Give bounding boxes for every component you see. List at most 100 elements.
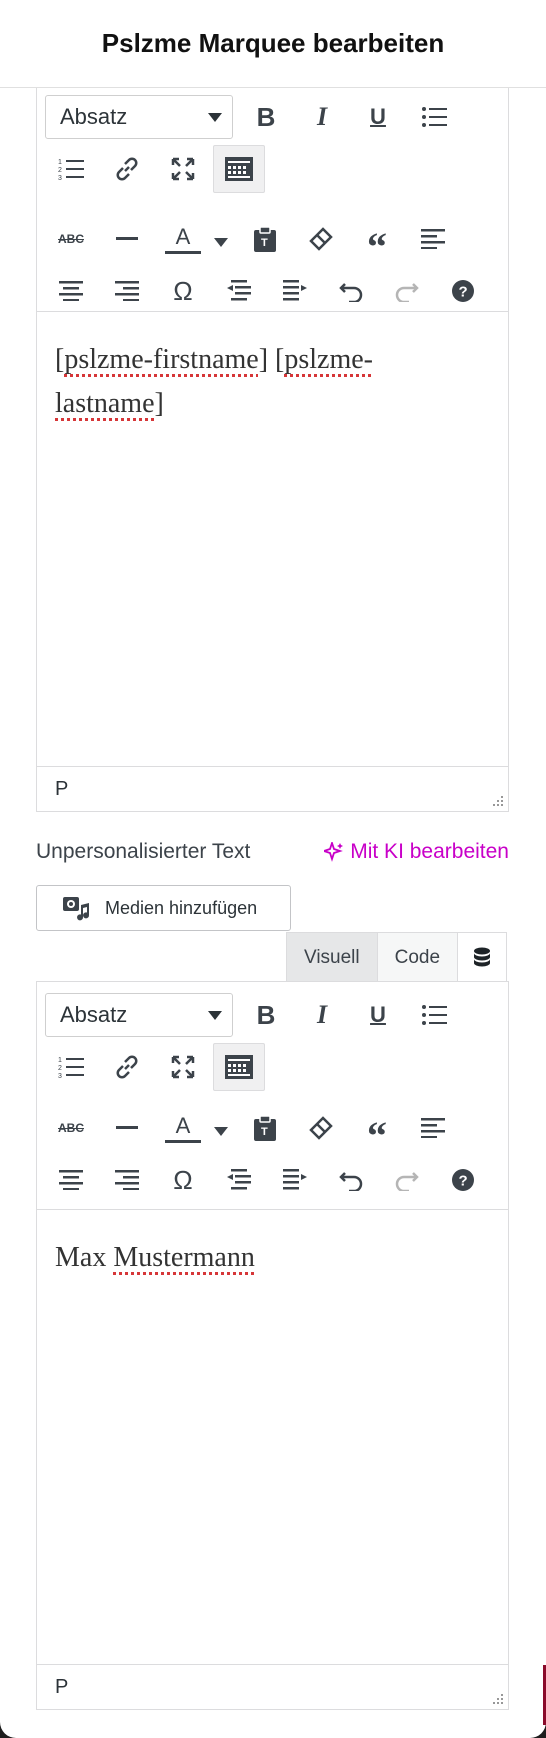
align-center-button[interactable] xyxy=(45,267,97,315)
svg-text:?: ? xyxy=(459,284,468,301)
svg-text:2: 2 xyxy=(58,1065,62,1072)
indent-icon xyxy=(283,1169,307,1190)
svg-text:1: 1 xyxy=(58,159,62,166)
indent-icon xyxy=(283,280,307,301)
indent-button[interactable] xyxy=(269,1156,321,1204)
help-button[interactable]: ? xyxy=(437,267,489,315)
editor-mode-tabs: Visuell Code xyxy=(286,932,508,982)
text-color-icon: A xyxy=(175,1112,191,1138)
tab-visual[interactable]: Visuell xyxy=(287,933,378,982)
svg-text:T: T xyxy=(261,237,268,249)
bold-icon: B xyxy=(256,999,276,1030)
special-character-button[interactable]: Ω xyxy=(157,1156,209,1204)
outdent-button[interactable] xyxy=(213,1156,265,1204)
undo-button[interactable] xyxy=(325,1156,377,1204)
strikethrough-button[interactable]: ABC xyxy=(45,215,97,263)
help-icon: ? xyxy=(452,280,474,302)
help-icon: ? xyxy=(452,1169,474,1191)
numbered-list-button[interactable]: 123 xyxy=(45,145,97,193)
horizontal-line-icon xyxy=(116,1126,138,1129)
editor-content-area[interactable]: [pslzme-firstname] [pslzme-lastname] xyxy=(37,312,508,768)
special-character-button[interactable]: Ω xyxy=(157,267,209,315)
bullet-list-icon xyxy=(422,107,447,127)
element-path[interactable]: P xyxy=(55,1676,68,1699)
outdent-button[interactable] xyxy=(213,267,265,315)
unpersonalized-text-editor: Absatz B I U 123 ABC A T “ Ω ? Max Muste… xyxy=(36,981,509,1710)
numbered-list-button[interactable]: 123 xyxy=(45,1043,97,1091)
element-path[interactable]: P xyxy=(55,778,68,801)
align-right-icon xyxy=(115,1170,139,1190)
underline-button[interactable]: U xyxy=(352,93,404,141)
blockquote-button[interactable]: “ xyxy=(351,1104,403,1158)
toolbar-toggle-button[interactable] xyxy=(213,1043,265,1091)
bullet-list-button[interactable] xyxy=(408,991,460,1039)
align-center-button[interactable] xyxy=(45,1156,97,1204)
italic-button[interactable]: I xyxy=(296,93,348,141)
help-button[interactable]: ? xyxy=(437,1156,489,1204)
paste-as-text-button[interactable]: T xyxy=(239,1104,291,1152)
text-color-dropdown-button[interactable] xyxy=(207,1104,235,1152)
edit-dialog: Pslzme Marquee bearbeiten Absatz B I U 1… xyxy=(0,0,546,1738)
editor-toolbar: Absatz B I U 123 ABC A T “ Ω ? xyxy=(37,982,508,1210)
svg-text:T: T xyxy=(261,1126,268,1138)
media-icon xyxy=(63,897,90,921)
svg-text:?: ? xyxy=(459,1173,468,1190)
database-button[interactable] xyxy=(458,933,507,982)
align-center-icon xyxy=(59,281,83,301)
eraser-icon xyxy=(309,227,333,251)
undo-button[interactable] xyxy=(325,267,377,315)
toolbar-toggle-button[interactable] xyxy=(213,145,265,193)
paste-as-text-button[interactable]: T xyxy=(239,215,291,263)
text-color-button[interactable]: A xyxy=(157,215,209,263)
text-color-swatch xyxy=(165,250,201,254)
sparkle-icon xyxy=(324,842,344,862)
redo-icon xyxy=(395,283,419,302)
unpersonalized-text-label: Unpersonalisierter Text xyxy=(36,840,251,863)
clear-formatting-button[interactable] xyxy=(295,1104,347,1152)
link-icon xyxy=(116,157,138,181)
format-select[interactable]: Absatz xyxy=(45,95,233,139)
horizontal-line-button[interactable] xyxy=(101,1104,153,1152)
fullscreen-button[interactable] xyxy=(157,1043,209,1091)
bold-button[interactable]: B xyxy=(240,991,292,1039)
align-center-icon xyxy=(59,1170,83,1190)
align-left-button[interactable] xyxy=(407,1104,459,1152)
redo-button[interactable] xyxy=(381,1156,433,1204)
underline-button[interactable]: U xyxy=(352,991,404,1039)
italic-button[interactable]: I xyxy=(296,991,348,1039)
editor-content-area[interactable]: Max Mustermann xyxy=(37,1210,508,1666)
omega-icon: Ω xyxy=(173,1164,193,1195)
fullscreen-button[interactable] xyxy=(157,145,209,193)
bullet-list-button[interactable] xyxy=(408,93,460,141)
blockquote-icon: “ xyxy=(367,1113,387,1158)
database-icon xyxy=(474,947,491,966)
text-color-dropdown-button[interactable] xyxy=(207,215,235,263)
align-right-button[interactable] xyxy=(101,1156,153,1204)
align-right-button[interactable] xyxy=(101,267,153,315)
horizontal-line-icon xyxy=(116,237,138,240)
add-media-button[interactable]: Medien hinzufügen xyxy=(36,885,291,931)
horizontal-line-button[interactable] xyxy=(101,215,153,263)
resize-handle-icon[interactable] xyxy=(490,793,504,807)
indent-button[interactable] xyxy=(269,267,321,315)
blockquote-button[interactable]: “ xyxy=(351,215,403,267)
strikethrough-button[interactable]: ABC xyxy=(45,1104,97,1152)
align-right-icon xyxy=(115,281,139,301)
dialog-title: Pslzme Marquee bearbeiten xyxy=(101,28,445,58)
format-select[interactable]: Absatz xyxy=(45,993,233,1037)
align-left-button[interactable] xyxy=(407,215,459,263)
bold-button[interactable]: B xyxy=(240,93,292,141)
align-left-icon xyxy=(421,1118,445,1138)
clear-formatting-button[interactable] xyxy=(295,215,347,263)
edit-with-ai-link[interactable]: Mit KI bearbeiten xyxy=(324,840,509,864)
tab-code[interactable]: Code xyxy=(377,933,459,982)
link-button[interactable] xyxy=(101,145,153,193)
link-button[interactable] xyxy=(101,1043,153,1091)
strikethrough-icon: ABC xyxy=(58,1121,84,1135)
bold-icon: B xyxy=(256,101,276,132)
resize-handle-icon[interactable] xyxy=(490,1691,504,1705)
svg-text:3: 3 xyxy=(58,175,62,181)
redo-button[interactable] xyxy=(381,267,433,315)
text-color-button[interactable]: A xyxy=(157,1104,209,1152)
fullscreen-icon xyxy=(171,1055,195,1079)
